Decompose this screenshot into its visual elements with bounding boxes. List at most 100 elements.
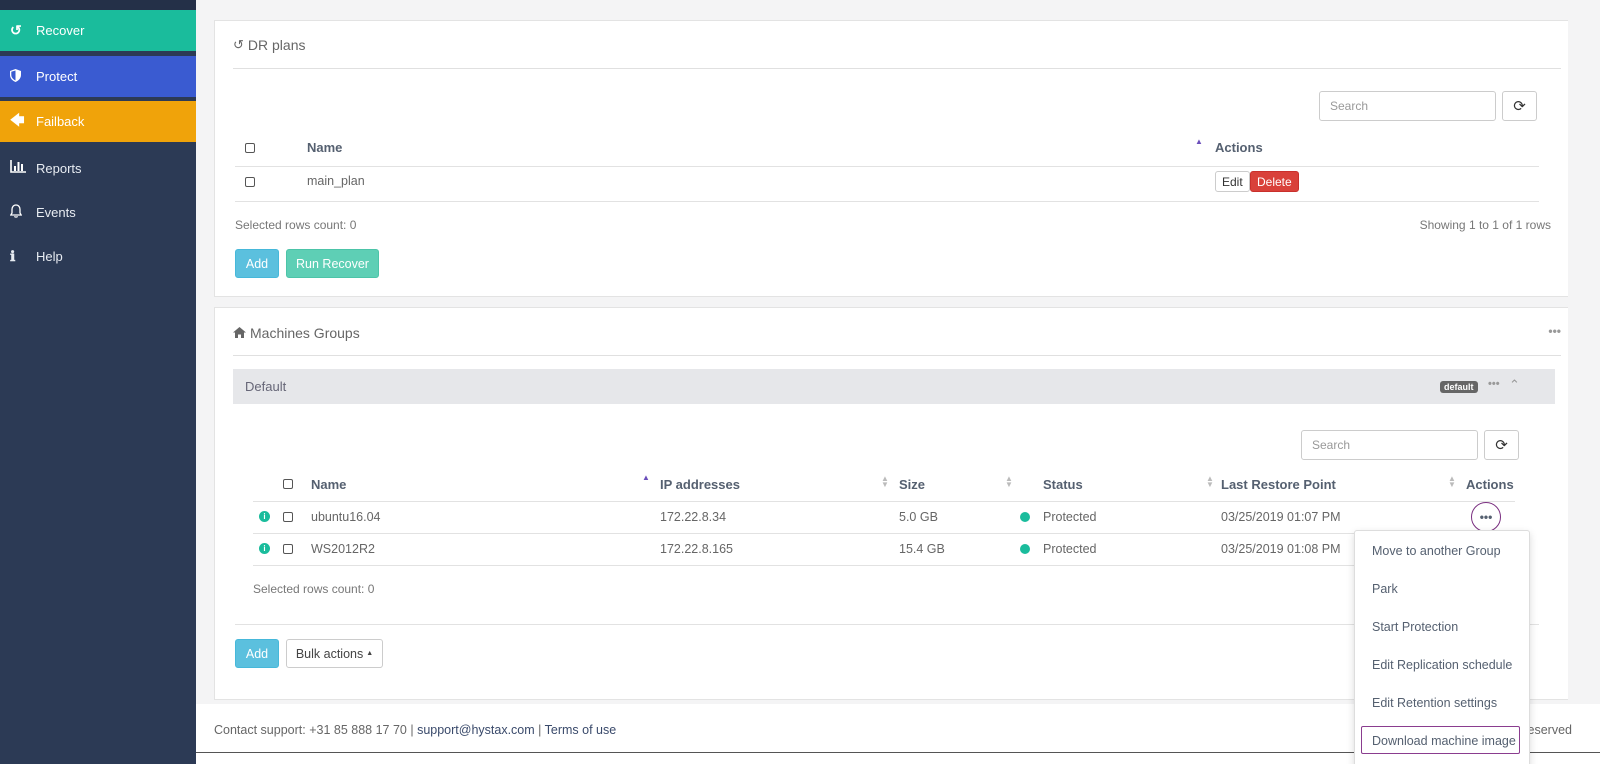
machine-last-restore: 03/25/2019 01:07 PM <box>1221 510 1341 524</box>
machines-groups-title: Machines Groups <box>233 325 360 341</box>
menu-item-edit-retention[interactable]: Edit Retention settings <box>1372 696 1497 710</box>
sidebar-item-label: Events <box>36 204 76 220</box>
undo-icon: ↺ <box>10 22 22 38</box>
divider <box>253 565 1515 566</box>
menu-item-start-protection[interactable]: Start Protection <box>1372 620 1458 634</box>
sidebar: ↺ Recover Protect 🡄 Failback Reports Eve… <box>0 0 196 764</box>
divider <box>235 624 1539 625</box>
add-group-button[interactable]: Add <box>235 639 279 668</box>
divider <box>233 68 1561 69</box>
divider <box>233 355 1561 356</box>
group-header-default[interactable]: Default default ••• ⌃ <box>233 369 1555 404</box>
sidebar-item-recover[interactable]: ↺ Recover <box>0 10 196 51</box>
machine-last-restore: 03/25/2019 01:08 PM <box>1221 542 1341 556</box>
status-dot <box>1020 544 1030 554</box>
machine-status: Protected <box>1043 510 1097 524</box>
machine-size: 15.4 GB <box>899 542 945 556</box>
info-icon[interactable]: i <box>259 511 270 522</box>
sidebar-item-label: Failback <box>36 114 85 129</box>
sidebar-top-strip <box>0 0 196 10</box>
column-header-last-restore[interactable]: Last Restore Point <box>1221 477 1336 492</box>
run-recover-button[interactable]: Run Recover <box>286 249 379 278</box>
menu-item-download-image[interactable]: Download machine image <box>1372 734 1516 748</box>
selected-rows-count: Selected rows count: 0 <box>235 218 357 232</box>
dr-plans-search-input[interactable] <box>1319 91 1496 121</box>
sort-asc-icon[interactable]: ▲ <box>642 474 650 482</box>
group-menu-icon[interactable]: ••• <box>1488 378 1500 390</box>
footer-contact: Contact support: +31 85 888 17 70 | supp… <box>214 723 617 737</box>
chevron-up-icon[interactable]: ⌃ <box>1509 377 1520 393</box>
home-icon <box>233 325 246 341</box>
menu-item-move-group[interactable]: Move to another Group <box>1372 544 1501 558</box>
status-dot <box>1020 512 1030 522</box>
caret-up-icon: ▲ <box>366 650 374 657</box>
column-header-name[interactable]: Name <box>307 140 342 155</box>
scrollbar[interactable] <box>1568 0 1600 740</box>
selected-rows-count: Selected rows count: 0 <box>253 582 375 596</box>
sidebar-item-help[interactable]: ℹ Help <box>0 241 196 271</box>
machines-refresh-button[interactable]: ⟳ <box>1484 430 1519 460</box>
machine-size: 5.0 GB <box>899 510 938 524</box>
column-header-status[interactable]: Status <box>1043 477 1083 492</box>
column-header-ip[interactable]: IP addresses <box>660 477 740 492</box>
sort-icon[interactable]: ▲ ▼ <box>1448 475 1456 489</box>
select-all-checkbox[interactable] <box>283 479 293 489</box>
menu-item-park[interactable]: Park <box>1372 582 1398 596</box>
menu-item-edit-replication[interactable]: Edit Replication schedule <box>1372 658 1512 672</box>
sidebar-item-protect[interactable]: Protect <box>0 56 196 97</box>
sidebar-item-label: Recover <box>36 23 85 38</box>
column-header-size[interactable]: Size <box>899 477 925 492</box>
group-name: Default <box>245 379 287 394</box>
terms-of-use-link[interactable]: Terms of use <box>545 723 617 737</box>
delete-button[interactable]: Delete <box>1250 171 1299 192</box>
support-email-link[interactable]: support@hystax.com <box>417 723 535 737</box>
sort-asc-icon[interactable]: ▲ <box>1195 138 1203 146</box>
machine-ip: 172.22.8.165 <box>660 542 733 556</box>
column-header-actions: Actions <box>1215 140 1263 155</box>
default-badge: default <box>1440 381 1478 393</box>
select-all-checkbox[interactable] <box>245 143 255 153</box>
shield-icon <box>0 68 36 85</box>
machine-name[interactable]: WS2012R2 <box>311 542 375 556</box>
sidebar-item-failback[interactable]: 🡄 Failback <box>0 101 196 142</box>
row-checkbox[interactable] <box>245 177 255 187</box>
sidebar-item-label: Help <box>36 248 63 264</box>
machine-ip: 172.22.8.34 <box>660 510 727 524</box>
sidebar-item-reports[interactable]: Reports <box>0 153 196 183</box>
arrow-left-icon: 🡄 <box>10 111 25 128</box>
panel-menu-icon[interactable]: ••• <box>1548 324 1561 338</box>
history-icon: ↺ <box>233 37 244 52</box>
info-icon[interactable]: i <box>259 543 270 554</box>
machine-status: Protected <box>1043 542 1097 556</box>
pagination-info: Showing 1 to 1 of 1 rows <box>1419 218 1551 232</box>
sidebar-item-label: Protect <box>36 69 78 84</box>
row-checkbox[interactable] <box>283 544 293 554</box>
column-header-name[interactable]: Name <box>311 477 346 492</box>
sort-icon[interactable]: ▲ ▼ <box>1206 475 1214 489</box>
add-plan-button[interactable]: Add <box>235 249 279 278</box>
edit-button[interactable]: Edit <box>1215 171 1250 192</box>
dr-plans-title: ↺ DR plans <box>233 37 306 53</box>
refresh-icon: ⟳ <box>1495 437 1508 454</box>
dr-plans-panel: ↺ DR plans ⟳ Name ▲ Actions main_plan Ed… <box>214 20 1576 297</box>
plan-name[interactable]: main_plan <box>307 174 365 188</box>
bulk-actions-button[interactable]: Bulk actions ▲ <box>286 639 383 668</box>
divider <box>253 501 1515 502</box>
ellipsis-icon: ••• <box>1479 510 1493 524</box>
sort-icon[interactable]: ▲ ▼ <box>881 475 889 489</box>
dr-plans-refresh-button[interactable]: ⟳ <box>1502 91 1537 121</box>
row-actions-menu: Move to another Group Park Start Protect… <box>1354 530 1530 764</box>
divider <box>253 533 1515 534</box>
refresh-icon: ⟳ <box>1513 98 1526 115</box>
sort-icon[interactable]: ▲ ▼ <box>1005 475 1013 489</box>
machine-name[interactable]: ubuntu16.04 <box>311 510 381 524</box>
row-actions-button[interactable]: ••• <box>1471 502 1501 532</box>
divider <box>235 201 1539 202</box>
divider <box>235 166 1539 167</box>
row-checkbox[interactable] <box>283 512 293 522</box>
sidebar-item-events[interactable]: Events <box>0 197 196 227</box>
machines-search-input[interactable] <box>1301 430 1478 460</box>
footer-rights: eserved <box>1527 723 1572 737</box>
bell-icon <box>0 203 36 221</box>
bar-chart-icon <box>0 160 36 176</box>
